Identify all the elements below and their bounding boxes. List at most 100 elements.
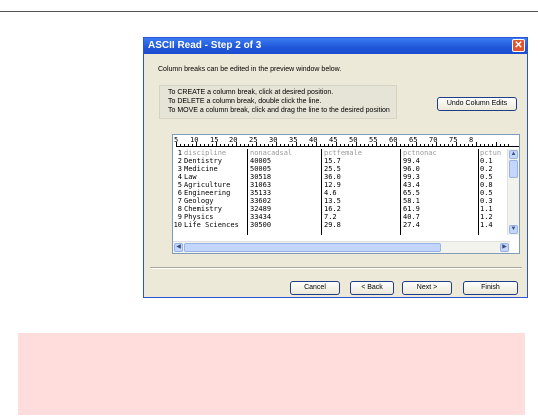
ruler-tick bbox=[308, 144, 309, 146]
cancel-button[interactable]: Cancel bbox=[290, 281, 340, 295]
ruler-tick bbox=[468, 144, 469, 146]
cell: Law bbox=[184, 173, 197, 181]
row-number: 7 bbox=[177, 197, 182, 205]
scroll-up-icon[interactable]: ▲ bbox=[509, 150, 518, 159]
ruler-label: 25 bbox=[249, 136, 258, 144]
scroll-right-icon[interactable]: ▶ bbox=[500, 243, 509, 252]
undo-column-edits-button[interactable]: Undo Column Edits bbox=[437, 97, 517, 111]
cell: 35133 bbox=[250, 189, 272, 197]
ruler-tick bbox=[384, 144, 385, 146]
button-separator-highlight bbox=[150, 268, 522, 269]
finish-button[interactable]: Finish bbox=[463, 281, 518, 295]
scroll-down-icon[interactable]: ▼ bbox=[509, 225, 518, 234]
back-button[interactable]: < Back bbox=[350, 281, 394, 295]
ruler-label: 70 bbox=[429, 136, 438, 144]
cell: 33602 bbox=[250, 197, 272, 205]
ruler-label: 60 bbox=[389, 136, 398, 144]
ruler-label: 15 bbox=[210, 136, 219, 144]
ruler-tick bbox=[496, 142, 497, 146]
cell: 40.7 bbox=[403, 213, 420, 221]
cell: 12.9 bbox=[324, 181, 341, 189]
title-bar[interactable]: ASCII Read - Step 2 of 3 ✕ bbox=[144, 38, 527, 54]
ruler-tick bbox=[452, 144, 453, 146]
ruler-tick bbox=[428, 144, 429, 146]
ruler-tick bbox=[180, 144, 181, 146]
ruler-tick bbox=[224, 144, 225, 146]
ruler-tick bbox=[312, 144, 313, 146]
horizontal-scroll-thumb[interactable] bbox=[184, 243, 441, 252]
row-number: 5 bbox=[177, 181, 182, 189]
ruler-tick bbox=[204, 144, 205, 146]
cell: Life Sciences bbox=[184, 221, 239, 229]
notice-box bbox=[18, 333, 525, 415]
ruler-label: 45 bbox=[329, 136, 338, 144]
ruler-label: 75 bbox=[449, 136, 458, 144]
ruler-tick bbox=[472, 144, 473, 146]
ruler-label: 5 bbox=[174, 136, 179, 144]
cell: 27.4 bbox=[403, 221, 420, 229]
column-ruler[interactable]: 5 10 15 20 25 30 35 40 45 50 55 60 65 70… bbox=[173, 135, 519, 149]
preview-row: 7 Geology 33602 13.5 58.1 0.3 bbox=[173, 197, 519, 205]
ruler-tick bbox=[300, 144, 301, 146]
cell: 0.5 bbox=[480, 173, 493, 181]
ruler-tick bbox=[504, 144, 505, 146]
cell: 65.5 bbox=[403, 189, 420, 197]
ruler-tick bbox=[412, 144, 413, 146]
cell: 16.2 bbox=[324, 205, 341, 213]
cell: 29.8 bbox=[324, 221, 341, 229]
ruler-tick bbox=[272, 144, 273, 146]
cell: nonacadsal bbox=[250, 149, 293, 157]
cell: 13.5 bbox=[324, 197, 341, 205]
horizontal-scrollbar[interactable]: ◀ ▶ bbox=[173, 241, 510, 253]
cell: 50005 bbox=[250, 165, 272, 173]
cell: 0.3 bbox=[480, 197, 493, 205]
ruler-tick bbox=[208, 144, 209, 146]
scroll-left-icon[interactable]: ◀ bbox=[174, 243, 183, 252]
cell: 15.7 bbox=[324, 157, 341, 165]
intro-text: Column breaks can be edited in the previ… bbox=[158, 66, 342, 73]
preview-row: 8 Chemistry 32489 16.2 61.9 1.1 bbox=[173, 205, 519, 213]
cell: 31063 bbox=[250, 181, 272, 189]
ruler-tick bbox=[324, 144, 325, 146]
ruler-tick bbox=[400, 144, 401, 146]
cell: 30518 bbox=[250, 173, 272, 181]
preview-window[interactable]: 5 10 15 20 25 30 35 40 45 50 55 60 65 70… bbox=[172, 134, 520, 254]
cell: Geology bbox=[184, 197, 214, 205]
cell: 99.3 bbox=[403, 173, 420, 181]
ruler-tick bbox=[244, 144, 245, 146]
ruler-tick bbox=[380, 144, 381, 146]
preview-row: 9 Physics 33434 7.2 40.7 1.2 bbox=[173, 213, 519, 221]
next-button[interactable]: Next > bbox=[402, 281, 452, 295]
ruler-tick bbox=[492, 144, 493, 146]
cell: Chemistry bbox=[184, 205, 222, 213]
ruler-label: 10 bbox=[190, 136, 199, 144]
cell: Dentistry bbox=[184, 157, 222, 165]
ruler-tick bbox=[328, 144, 329, 146]
cell: 1.1 bbox=[480, 205, 493, 213]
ruler-tick bbox=[284, 144, 285, 146]
ascii-read-dialog: ASCII Read - Step 2 of 3 ✕ Column breaks… bbox=[143, 37, 528, 298]
ruler-tick bbox=[344, 144, 345, 146]
vertical-scroll-thumb[interactable] bbox=[509, 160, 518, 178]
row-number: 3 bbox=[177, 165, 182, 173]
close-icon[interactable]: ✕ bbox=[512, 39, 525, 52]
cell: 58.1 bbox=[403, 197, 420, 205]
cell: 30500 bbox=[250, 221, 272, 229]
ruler-tick bbox=[460, 144, 461, 146]
cell: 43.4 bbox=[403, 181, 420, 189]
ruler-tick bbox=[484, 144, 485, 146]
cell: pctnonac bbox=[403, 149, 437, 157]
vertical-scrollbar[interactable]: ▲ ▼ bbox=[507, 149, 519, 235]
cell: 33434 bbox=[250, 213, 272, 221]
ruler-tick bbox=[420, 144, 421, 146]
cell: Physics bbox=[184, 213, 214, 221]
cell: 25.5 bbox=[324, 165, 341, 173]
cell: 40005 bbox=[250, 157, 272, 165]
ruler-tick bbox=[448, 144, 449, 146]
ruler-label: 55 bbox=[369, 136, 378, 144]
cell: 0.5 bbox=[480, 189, 493, 197]
ruler-tick bbox=[212, 144, 213, 146]
ruler-tick bbox=[500, 144, 501, 146]
ruler-tick bbox=[200, 144, 201, 146]
ruler-tick bbox=[432, 144, 433, 146]
